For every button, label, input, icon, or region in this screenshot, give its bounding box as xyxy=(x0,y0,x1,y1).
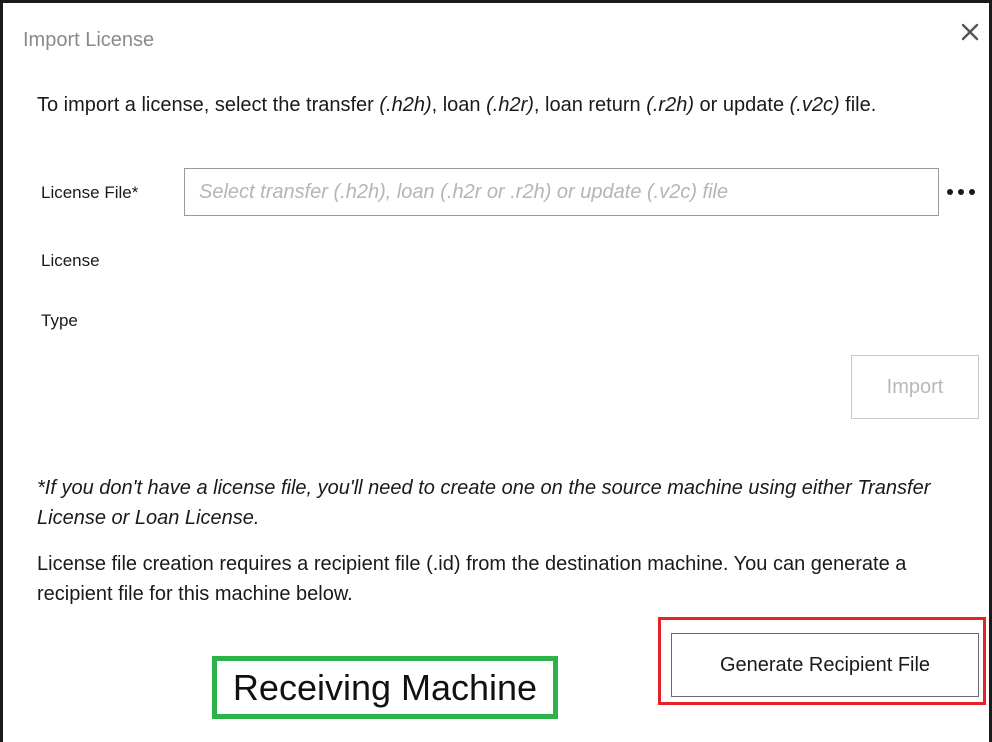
intro-text: To import a license, select the transfer… xyxy=(37,94,877,116)
license-label: License xyxy=(41,251,100,270)
license-file-input[interactable] xyxy=(184,168,939,216)
license-file-label: License File* xyxy=(41,183,139,202)
license-file-note: *If you don't have a license file, you'l… xyxy=(37,477,931,529)
generate-recipient-file-button[interactable]: Generate Recipient File xyxy=(671,633,979,697)
dialog-title: Import License xyxy=(23,29,155,51)
import-license-dialog: Import License To import a license, sele… xyxy=(0,0,992,742)
close-icon[interactable] xyxy=(959,21,983,45)
more-dots-icon[interactable] xyxy=(945,177,979,205)
receiving-machine-label: Receiving Machine xyxy=(212,656,558,719)
import-button[interactable]: Import xyxy=(851,355,979,419)
type-label: Type xyxy=(41,311,78,330)
recipient-file-description: License file creation requires a recipie… xyxy=(37,553,907,605)
